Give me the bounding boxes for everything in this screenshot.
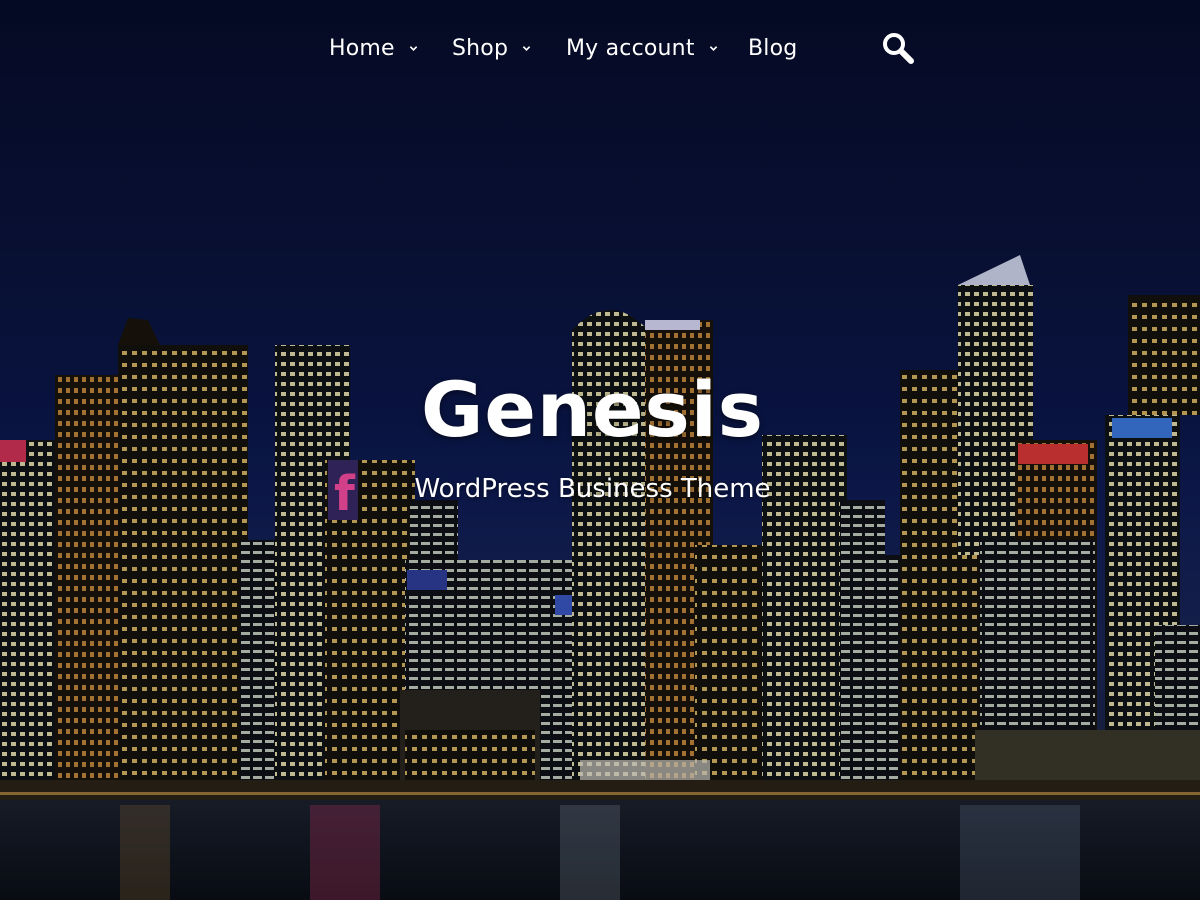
nav-item-label: My account (566, 35, 695, 61)
site-title[interactable]: Genesis (0, 365, 1185, 454)
chevron-down-icon (522, 44, 531, 53)
site-tagline: WordPress Business Theme (414, 474, 771, 504)
nav-item-label: Shop (452, 35, 509, 61)
nav-item-label: Home (329, 35, 395, 61)
hero-section: f Home Shop My account Blog Genesis Word… (0, 0, 1200, 900)
search-button[interactable] (880, 30, 916, 66)
nav-item-my-account[interactable]: My account (566, 26, 718, 70)
nav-item-label: Blog (748, 35, 798, 61)
search-icon (883, 33, 914, 64)
chevron-down-icon (709, 44, 718, 53)
nav-item-blog[interactable]: Blog (748, 26, 797, 70)
main-navigation: Home Shop My account Blog (0, 26, 1200, 70)
chevron-down-icon (409, 44, 418, 53)
nav-item-home[interactable]: Home (329, 26, 418, 70)
nav-item-shop[interactable]: Shop (452, 26, 531, 70)
